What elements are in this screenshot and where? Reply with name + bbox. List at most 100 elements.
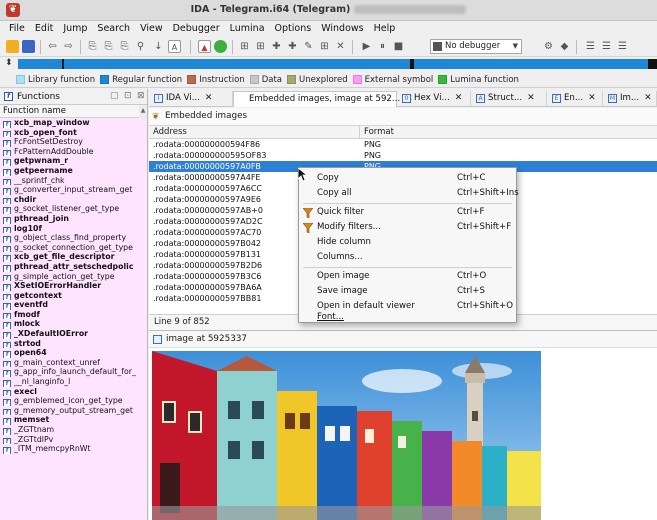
embedded-image-preview[interactable]: [152, 351, 541, 520]
list-icon[interactable]: ☰: [600, 40, 613, 53]
plus-icon[interactable]: ✚: [286, 40, 299, 53]
close-icon[interactable]: ✕: [334, 40, 347, 53]
function-list-item[interactable]: f eventfd: [0, 300, 147, 310]
menu-item-save-image[interactable]: Save image Ctrl+S: [299, 284, 516, 299]
menu-debugger[interactable]: Debugger: [168, 21, 225, 37]
function-list-item[interactable]: f chdir: [0, 195, 147, 205]
menu-windows[interactable]: Windows: [316, 21, 368, 37]
function-list-item[interactable]: f fmodf: [0, 310, 147, 320]
menu-item-quick-filter[interactable]: Quick filter Ctrl+F: [299, 205, 516, 220]
breakpoint-icon[interactable]: ◆: [558, 40, 571, 53]
function-list-item[interactable]: f mlock: [0, 319, 147, 330]
function-list-item[interactable]: f g_app_info_launch_default_for_: [0, 367, 147, 378]
function-list-item[interactable]: f g_converter_input_stream_get: [0, 185, 147, 195]
close-tab-icon[interactable]: ✕: [588, 93, 596, 103]
function-list-item[interactable]: f execl: [0, 387, 147, 397]
function-list-item[interactable]: f FcPatternAddDouble: [0, 147, 147, 157]
menu-lumina[interactable]: Lumina: [225, 21, 270, 37]
list-icon[interactable]: ☰: [616, 40, 629, 53]
table-row[interactable]: .rodata:000000000594F86 PNG: [149, 139, 657, 150]
back-arrow-icon[interactable]: ⇦: [46, 40, 59, 53]
copy-icon[interactable]: ⎘: [102, 40, 115, 53]
menu-edit[interactable]: Edit: [30, 21, 58, 37]
function-list-item[interactable]: f getpwnam_r: [0, 156, 147, 166]
tab-hex-view[interactable]: 0 Hex Vi... ✕: [399, 91, 471, 107]
binoculars-icon[interactable]: ⚲: [134, 40, 147, 53]
tab-ida-view[interactable]: I IDA Vi... ✕: [151, 91, 233, 107]
function-list-item[interactable]: f memset: [0, 415, 147, 425]
function-list-item[interactable]: f _ITM_memcpyRnWt: [0, 444, 147, 454]
text-search-icon[interactable]: A: [168, 40, 181, 53]
struct-icon[interactable]: ⊞: [318, 40, 331, 53]
edit-icon[interactable]: ✎: [302, 40, 315, 53]
close-tab-icon[interactable]: ✕: [527, 93, 535, 103]
close-tab-icon[interactable]: ✕: [205, 93, 213, 103]
function-list-item[interactable]: f open64: [0, 348, 147, 358]
function-list-item[interactable]: f g_memory_output_stream_get: [0, 406, 147, 416]
struct-icon[interactable]: ⊞: [254, 40, 267, 53]
address-column-header[interactable]: Address: [153, 126, 187, 138]
menu-item-copy[interactable]: Copy Ctrl+C: [299, 171, 516, 186]
float-panel-icon[interactable]: ▢: [110, 91, 119, 101]
gear-icon[interactable]: ⚙: [542, 40, 555, 53]
close-panel-icon[interactable]: ⊠: [137, 91, 145, 101]
close-tab-icon[interactable]: ✕: [644, 93, 652, 103]
plus-icon[interactable]: ✚: [270, 40, 283, 53]
play-icon[interactable]: ▶: [360, 40, 373, 53]
pause-icon[interactable]: ⏸: [376, 40, 389, 53]
close-tab-icon[interactable]: ✕: [455, 93, 463, 103]
function-list-item[interactable]: f getcontext: [0, 291, 147, 301]
function-list-item[interactable]: f g_socket_listener_get_type: [0, 204, 147, 214]
function-list-item[interactable]: f log10f: [0, 224, 147, 234]
function-list-item[interactable]: f g_object_class_find_property: [0, 233, 147, 243]
menu-options[interactable]: Options: [270, 21, 317, 37]
lumina-icon[interactable]: [214, 40, 227, 53]
function-list-item[interactable]: f __sprintf_chk: [0, 176, 147, 186]
functions-panel-tab[interactable]: f Functions ▢ ⊡ ⊠: [0, 89, 147, 105]
function-list-item[interactable]: f xcb_open_font: [0, 128, 147, 138]
menu-help[interactable]: Help: [369, 21, 401, 37]
forward-arrow-icon[interactable]: ⇨: [62, 40, 75, 53]
stop-icon[interactable]: ■: [392, 40, 405, 53]
function-list-item[interactable]: f __nl_langinfo_l: [0, 377, 147, 387]
function-list-item[interactable]: f xcb_map_window: [0, 118, 147, 128]
navigation-band-bar[interactable]: [18, 59, 657, 69]
list-icon[interactable]: ☰: [584, 40, 597, 53]
tab-embedded-images[interactable]: Embedded images, image at 592...✕: [233, 91, 413, 107]
debugger-select[interactable]: No debugger ▼: [430, 39, 522, 54]
save-icon[interactable]: [22, 40, 35, 53]
function-list-item[interactable]: f getpeername: [0, 166, 147, 176]
menu-file[interactable]: File: [4, 21, 30, 37]
menu-item-hide-column[interactable]: Hide column: [299, 235, 516, 250]
function-list-item[interactable]: f xcb_get_file_descriptor: [0, 252, 147, 262]
navigation-band[interactable]: ⬍: [0, 58, 657, 71]
function-list-item[interactable]: f _ZGTtdlPv: [0, 435, 147, 445]
copy-icon[interactable]: ⎘: [86, 40, 99, 53]
copy-icon[interactable]: ⎘: [118, 40, 131, 53]
menu-item-open-image[interactable]: Open image Ctrl+O: [299, 269, 516, 284]
function-list-item[interactable]: f g_emblemed_icon_get_type: [0, 396, 147, 406]
struct-icon[interactable]: ⊞: [238, 40, 251, 53]
down-arrow-icon[interactable]: ↓: [152, 40, 165, 53]
column-separator[interactable]: [359, 126, 360, 139]
menu-item-font[interactable]: Font...: [299, 311, 516, 323]
function-list-item[interactable]: f FcFontSetDestroy: [0, 137, 147, 147]
menu-view[interactable]: View: [135, 21, 168, 37]
function-list-item[interactable]: f strtod: [0, 339, 147, 349]
function-list-item[interactable]: f XSetIOErrorHandler: [0, 281, 147, 291]
graph-view-icon[interactable]: ▲: [198, 40, 211, 53]
function-list-item[interactable]: f pthread_attr_setschedpolic: [0, 262, 147, 272]
function-list-item[interactable]: f g_simple_action_get_type: [0, 272, 147, 282]
menu-search[interactable]: Search: [92, 21, 135, 37]
format-column-header[interactable]: Format: [364, 126, 394, 138]
tab-structures[interactable]: A Struct... ✕: [473, 91, 547, 107]
open-folder-icon[interactable]: [6, 40, 19, 53]
tab-enums[interactable]: E En... ✕: [549, 91, 603, 107]
function-list-item[interactable]: f pthread_join: [0, 214, 147, 224]
function-list-item[interactable]: f _XDefaultIOError: [0, 329, 147, 339]
function-name-column-header[interactable]: Function name ▲: [0, 105, 147, 118]
restore-panel-icon[interactable]: ⊡: [124, 91, 132, 101]
function-list-item[interactable]: f g_socket_connection_get_type: [0, 243, 147, 253]
scroll-up-icon[interactable]: ▲: [139, 105, 147, 118]
menu-item-copy-all[interactable]: Copy all Ctrl+Shift+Ins: [299, 186, 519, 201]
